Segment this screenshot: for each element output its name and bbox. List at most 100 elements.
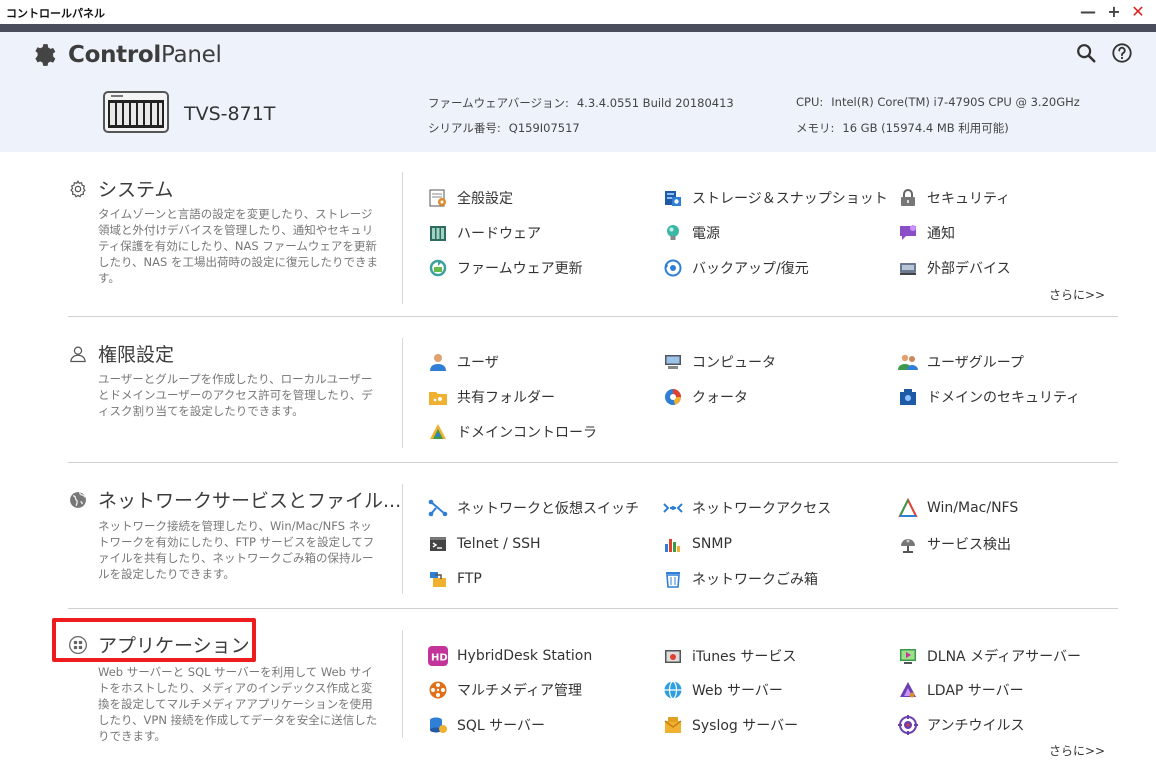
itunes-icon bbox=[665, 650, 681, 663]
dlna-icon bbox=[900, 649, 916, 664]
general-settings-icon bbox=[429, 189, 446, 207]
firmware-value: 4.3.4.0551 Build 20180413 bbox=[576, 96, 734, 110]
item-network-recycle-bin[interactable]: ネットワークごみ箱 bbox=[663, 568, 818, 590]
section-system-header[interactable]: システム bbox=[68, 175, 173, 202]
item-label: 共有フォルダー bbox=[457, 390, 555, 406]
item-hybriddesk-station[interactable]: HD HybridDesk Station bbox=[428, 645, 592, 667]
section-system-divider bbox=[402, 172, 403, 304]
item-label: 電源 bbox=[692, 226, 720, 242]
item-quota[interactable]: クォータ bbox=[663, 386, 748, 408]
search-icon[interactable] bbox=[1075, 42, 1097, 64]
hardware-icon bbox=[430, 226, 446, 241]
network-access-icon bbox=[663, 503, 683, 513]
external-device-icon bbox=[900, 263, 916, 275]
syslog-icon bbox=[664, 717, 682, 733]
item-backup-restore[interactable]: バックアップ/復元 bbox=[663, 257, 809, 279]
item-label: Win/Mac/NFS bbox=[927, 500, 1019, 516]
item-firmware-update[interactable]: ファームウェア更新 bbox=[428, 257, 583, 279]
user-group-icon bbox=[898, 354, 918, 370]
item-service-discovery[interactable]: サービス検出 bbox=[898, 533, 1011, 555]
item-web-server[interactable]: Web サーバー bbox=[663, 679, 783, 701]
item-label: 通知 bbox=[927, 226, 955, 242]
section-application-desc: Web サーバーと SQL サーバーを利用して Web サイトをホストしたり、メ… bbox=[98, 665, 378, 743]
globe-icon bbox=[70, 491, 86, 508]
section-application-divider bbox=[402, 630, 403, 738]
item-snmp[interactable]: SNMP bbox=[663, 533, 732, 555]
lock-icon bbox=[901, 189, 915, 206]
item-label: ファームウェア更新 bbox=[457, 261, 583, 277]
section-privilege-desc: ユーザーとグループを作成したり、ローカルユーザーとドメインユーザーのアクセス許可… bbox=[98, 372, 373, 418]
maximize-button[interactable]: + bbox=[1104, 2, 1124, 22]
item-telnet-ssh[interactable]: Telnet / SSH bbox=[428, 533, 541, 555]
item-label: Web サーバー bbox=[692, 683, 783, 699]
help-icon[interactable] bbox=[1111, 42, 1133, 64]
item-label: Syslog サーバー bbox=[692, 718, 799, 734]
device-model: TVS-871T bbox=[184, 103, 276, 125]
item-storage-snapshots[interactable]: ストレージ＆スナップショット bbox=[663, 187, 888, 209]
section-network-title: ネットワークサービスとファイル... bbox=[98, 490, 402, 512]
item-external-device[interactable]: 外部デバイス bbox=[898, 257, 1011, 279]
cpu-label: CPU: bbox=[796, 95, 824, 109]
item-win-mac-nfs[interactable]: Win/Mac/NFS bbox=[898, 497, 1018, 519]
firmware-update-icon bbox=[429, 259, 447, 277]
item-ldap-server[interactable]: LDAP サーバー bbox=[898, 679, 1024, 701]
section-separator bbox=[68, 316, 1118, 317]
item-multimedia-management[interactable]: マルチメディア管理 bbox=[428, 679, 582, 701]
item-label: ネットワークアクセス bbox=[692, 501, 832, 517]
memory-value: 16 GB (15974.4 MB 利用可能) bbox=[842, 121, 1009, 135]
item-label: サービス検出 bbox=[927, 537, 1011, 553]
antivirus-icon bbox=[898, 715, 918, 735]
item-power[interactable]: 電源 bbox=[663, 222, 720, 244]
section-privilege-title: 権限設定 bbox=[98, 344, 175, 366]
item-label: アンチウイルス bbox=[927, 718, 1025, 734]
section-network-header[interactable]: ネットワークサービスとファイル... bbox=[68, 486, 401, 513]
minimize-button[interactable]: — bbox=[1078, 2, 1098, 22]
domain-security-icon bbox=[900, 389, 916, 405]
shared-folder-icon bbox=[429, 392, 447, 405]
quota-pie-icon bbox=[665, 389, 681, 405]
item-label: ストレージ＆スナップショット bbox=[692, 191, 888, 207]
item-general-settings[interactable]: 全般設定 bbox=[428, 187, 513, 209]
item-domain-controller[interactable]: ドメインコントローラ bbox=[428, 421, 597, 443]
application-more-link[interactable]: さらに>> bbox=[1049, 742, 1105, 759]
web-globe-icon bbox=[664, 680, 682, 700]
item-label: 全般設定 bbox=[457, 191, 513, 207]
item-label: セキュリティ bbox=[927, 191, 1011, 207]
item-label: iTunes サービス bbox=[692, 649, 797, 665]
item-computer[interactable]: コンピュータ bbox=[663, 351, 776, 373]
system-more-link[interactable]: さらに>> bbox=[1049, 286, 1105, 303]
item-antivirus[interactable]: アンチウイルス bbox=[898, 714, 1024, 736]
item-domain-security[interactable]: ドメインのセキュリティ bbox=[898, 386, 1080, 408]
network-switch-icon bbox=[428, 499, 448, 517]
hybriddesk-icon: HD bbox=[428, 646, 448, 666]
item-syslog-server[interactable]: Syslog サーバー bbox=[663, 714, 798, 736]
item-ftp[interactable]: FTP bbox=[428, 568, 482, 590]
brand-control: Control bbox=[68, 42, 161, 68]
item-dlna-media-server[interactable]: DLNA メディアサーバー bbox=[898, 645, 1081, 667]
item-user[interactable]: ユーザ bbox=[428, 351, 499, 373]
item-network-virtual-switch[interactable]: ネットワークと仮想スイッチ bbox=[428, 497, 639, 519]
section-privilege-divider bbox=[402, 338, 403, 448]
section-separator bbox=[68, 462, 1118, 463]
backup-icon bbox=[664, 259, 682, 277]
serial-info: シリアル番号: Q159I07517 bbox=[428, 120, 580, 136]
window-title: コントロールパネル bbox=[6, 7, 105, 20]
item-label: バックアップ/復元 bbox=[692, 261, 809, 277]
gear-icon bbox=[35, 44, 56, 66]
item-label: コンピュータ bbox=[692, 355, 776, 371]
item-shared-folder[interactable]: 共有フォルダー bbox=[428, 386, 555, 408]
item-notification[interactable]: 通知 bbox=[898, 222, 955, 244]
section-privilege-header[interactable]: 権限設定 bbox=[68, 340, 174, 367]
item-sql-server[interactable]: SQL サーバー bbox=[428, 714, 545, 736]
item-label: ネットワークごみ箱 bbox=[692, 572, 818, 588]
firmware-label: ファームウェアバージョン: bbox=[428, 96, 569, 110]
item-security[interactable]: セキュリティ bbox=[898, 187, 1010, 209]
close-button[interactable]: ✕ bbox=[1128, 2, 1148, 22]
item-user-group[interactable]: ユーザグループ bbox=[898, 351, 1024, 373]
item-label: 外部デバイス bbox=[927, 261, 1011, 277]
item-itunes-service[interactable]: iTunes サービス bbox=[663, 645, 796, 667]
item-network-access[interactable]: ネットワークアクセス bbox=[663, 497, 831, 519]
lightbulb-icon bbox=[667, 225, 679, 240]
item-hardware[interactable]: ハードウェア bbox=[428, 222, 541, 244]
section-separator bbox=[68, 608, 1118, 609]
